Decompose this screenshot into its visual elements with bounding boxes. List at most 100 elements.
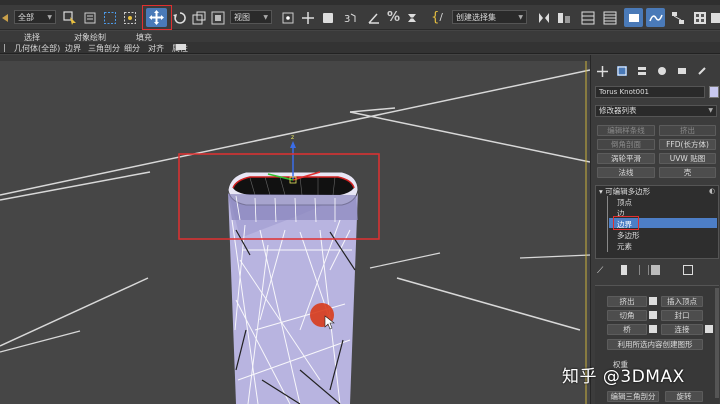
modifier-ffd-box-button[interactable]: FFD(长方体): [659, 139, 716, 150]
watermark-text: 知乎 @3DMAX: [562, 367, 685, 387]
motion-tab-icon[interactable]: [657, 66, 667, 76]
selection-filter-dropdown[interactable]: 全部 ▼: [14, 10, 56, 24]
extrude-settings-icon[interactable]: [649, 297, 657, 305]
layer-icon[interactable]: [600, 8, 619, 27]
ribbon-menu-subdivide[interactable]: 细分: [124, 43, 140, 54]
border-highlight-box: [613, 216, 639, 230]
ribbon-toggle-icon[interactable]: [624, 8, 643, 27]
scene-explorer-icon[interactable]: [578, 8, 597, 27]
ribbon-menu-align[interactable]: 对齐: [148, 43, 164, 54]
ribbon-menu-geometry[interactable]: 几何体(全部): [14, 43, 60, 54]
percent-snap-icon[interactable]: %: [384, 8, 403, 27]
schematic-view-icon[interactable]: [668, 8, 687, 27]
modifier-list-label: 修改器列表: [599, 106, 637, 115]
object-name-field[interactable]: Torus Knot001: [595, 86, 705, 98]
grid-line: [349, 107, 396, 113]
bridge-button[interactable]: 桥: [607, 324, 647, 335]
insert-vertex-button[interactable]: 插入顶点: [661, 296, 703, 307]
cap-button[interactable]: 封口: [661, 310, 703, 321]
curve-editor-icon[interactable]: [646, 8, 665, 27]
create-tab-icon[interactable]: [597, 66, 608, 77]
stack-item-element[interactable]: 元素: [617, 241, 632, 252]
viewport-scene: z: [0, 61, 590, 404]
bridge-settings-icon[interactable]: [649, 325, 657, 333]
pin-stack-icon[interactable]: ⟋: [597, 266, 603, 276]
torus-knot-object: [227, 171, 359, 404]
mirror-icon[interactable]: [534, 8, 553, 27]
panel-scrollbar[interactable]: [715, 288, 719, 398]
ribbon-menu-triangulate[interactable]: 三角剖分: [88, 43, 120, 54]
select-object-icon[interactable]: [60, 8, 79, 27]
spinner-snap-icon[interactable]: [402, 8, 421, 27]
ribbon-menu-bar: |: [3, 43, 6, 52]
turn-button[interactable]: 旋转: [665, 391, 703, 402]
perspective-viewport[interactable]: z: [0, 61, 590, 404]
stack-light-icon[interactable]: ◐: [709, 187, 715, 195]
rect-selection-icon[interactable]: [100, 8, 119, 27]
chevron-down-icon: ▼: [518, 13, 523, 21]
ribbon-collapse-icon[interactable]: [176, 44, 186, 50]
grid-line: [0, 277, 149, 347]
chamfer-settings-icon[interactable]: [649, 311, 657, 319]
align-icon[interactable]: [554, 8, 573, 27]
chevron-down-icon: ▼: [708, 107, 713, 114]
ribbon-menu-border[interactable]: 边界: [65, 43, 81, 54]
stack-tree-line: [607, 196, 608, 252]
configure-sets-icon[interactable]: [683, 265, 693, 275]
create-shape-button[interactable]: 利用所选内容创建图形: [607, 339, 703, 350]
modifier-edit-spline-button[interactable]: 编辑样条线: [597, 125, 655, 136]
grid-line: [369, 252, 441, 269]
pivot-icon[interactable]: [278, 8, 297, 27]
named-selection-icon[interactable]: {/: [430, 8, 444, 27]
modifier-bevel-profile-button[interactable]: 倒角剖面: [597, 139, 655, 150]
chamfer-button[interactable]: 切角: [607, 310, 647, 321]
utilities-tab-icon[interactable]: [697, 66, 707, 76]
modifier-list-dropdown[interactable]: 修改器列表 ▼: [595, 105, 717, 117]
placement-icon[interactable]: [208, 8, 227, 27]
stack-item-vertex[interactable]: 顶点: [617, 197, 632, 208]
coord-system-value: 视图: [234, 12, 250, 22]
make-unique-icon[interactable]: [639, 265, 649, 275]
remove-modifier-icon[interactable]: [651, 265, 660, 275]
grid-line: [0, 171, 151, 201]
scale-icon[interactable]: [189, 8, 208, 27]
svg-text:z: z: [291, 134, 294, 141]
angle-snap-icon[interactable]: [364, 8, 383, 27]
move-icon[interactable]: [146, 8, 167, 27]
hierarchy-tab-icon[interactable]: [637, 66, 647, 76]
object-color-swatch[interactable]: [709, 86, 719, 98]
edit-triangulation-button[interactable]: 编辑三角剖分: [607, 391, 659, 402]
modify-tab-icon[interactable]: [617, 66, 627, 76]
chevron-down-icon: ▼: [47, 13, 52, 21]
select-manipulate-icon[interactable]: [298, 8, 317, 27]
snap-3d-icon[interactable]: 3: [344, 8, 358, 27]
coord-system-dropdown[interactable]: 视图 ▼: [230, 10, 272, 24]
undo-icon[interactable]: [0, 8, 10, 27]
ribbon-menu: | 几何体(全部) 边界 三角剖分 细分 对齐 属性: [0, 42, 720, 54]
keyboard-shortcut-icon[interactable]: [318, 8, 337, 27]
rotate-icon[interactable]: [170, 8, 189, 27]
selection-set-value: 创建选择集: [456, 12, 496, 22]
select-by-name-icon[interactable]: [80, 8, 99, 27]
connect-settings-icon[interactable]: [705, 325, 713, 333]
window-crossing-icon[interactable]: [120, 8, 139, 27]
selection-filter-value: 全部: [18, 12, 34, 22]
extrude-button[interactable]: 挤出: [607, 296, 647, 307]
modifier-turbosmooth-button[interactable]: 涡轮平滑: [597, 153, 655, 164]
render-setup-icon[interactable]: [710, 8, 720, 27]
modifier-uvw-map-button[interactable]: UVW 贴图: [659, 153, 716, 164]
material-editor-icon[interactable]: [690, 8, 709, 27]
selection-set-dropdown[interactable]: 创建选择集 ▼: [452, 10, 527, 24]
stack-item-polygon[interactable]: 多边形: [617, 230, 640, 241]
modifier-normal-button[interactable]: 法线: [597, 167, 655, 178]
modifier-shell-button[interactable]: 壳: [659, 167, 716, 178]
grid-line: [396, 277, 581, 331]
modifier-extrude-button[interactable]: 挤出: [659, 125, 716, 136]
display-tab-icon[interactable]: [677, 66, 687, 76]
command-panel: Torus Knot001 修改器列表 ▼ 编辑样条线 挤出 倒角剖面 FFD(…: [590, 55, 720, 404]
grid-line: [519, 254, 590, 259]
ribbon-group-labels: 选择 对象绘制 填充: [0, 31, 720, 42]
show-end-result-icon[interactable]: [621, 265, 627, 275]
grid-line: [349, 111, 590, 163]
connect-button[interactable]: 连接: [661, 324, 703, 335]
